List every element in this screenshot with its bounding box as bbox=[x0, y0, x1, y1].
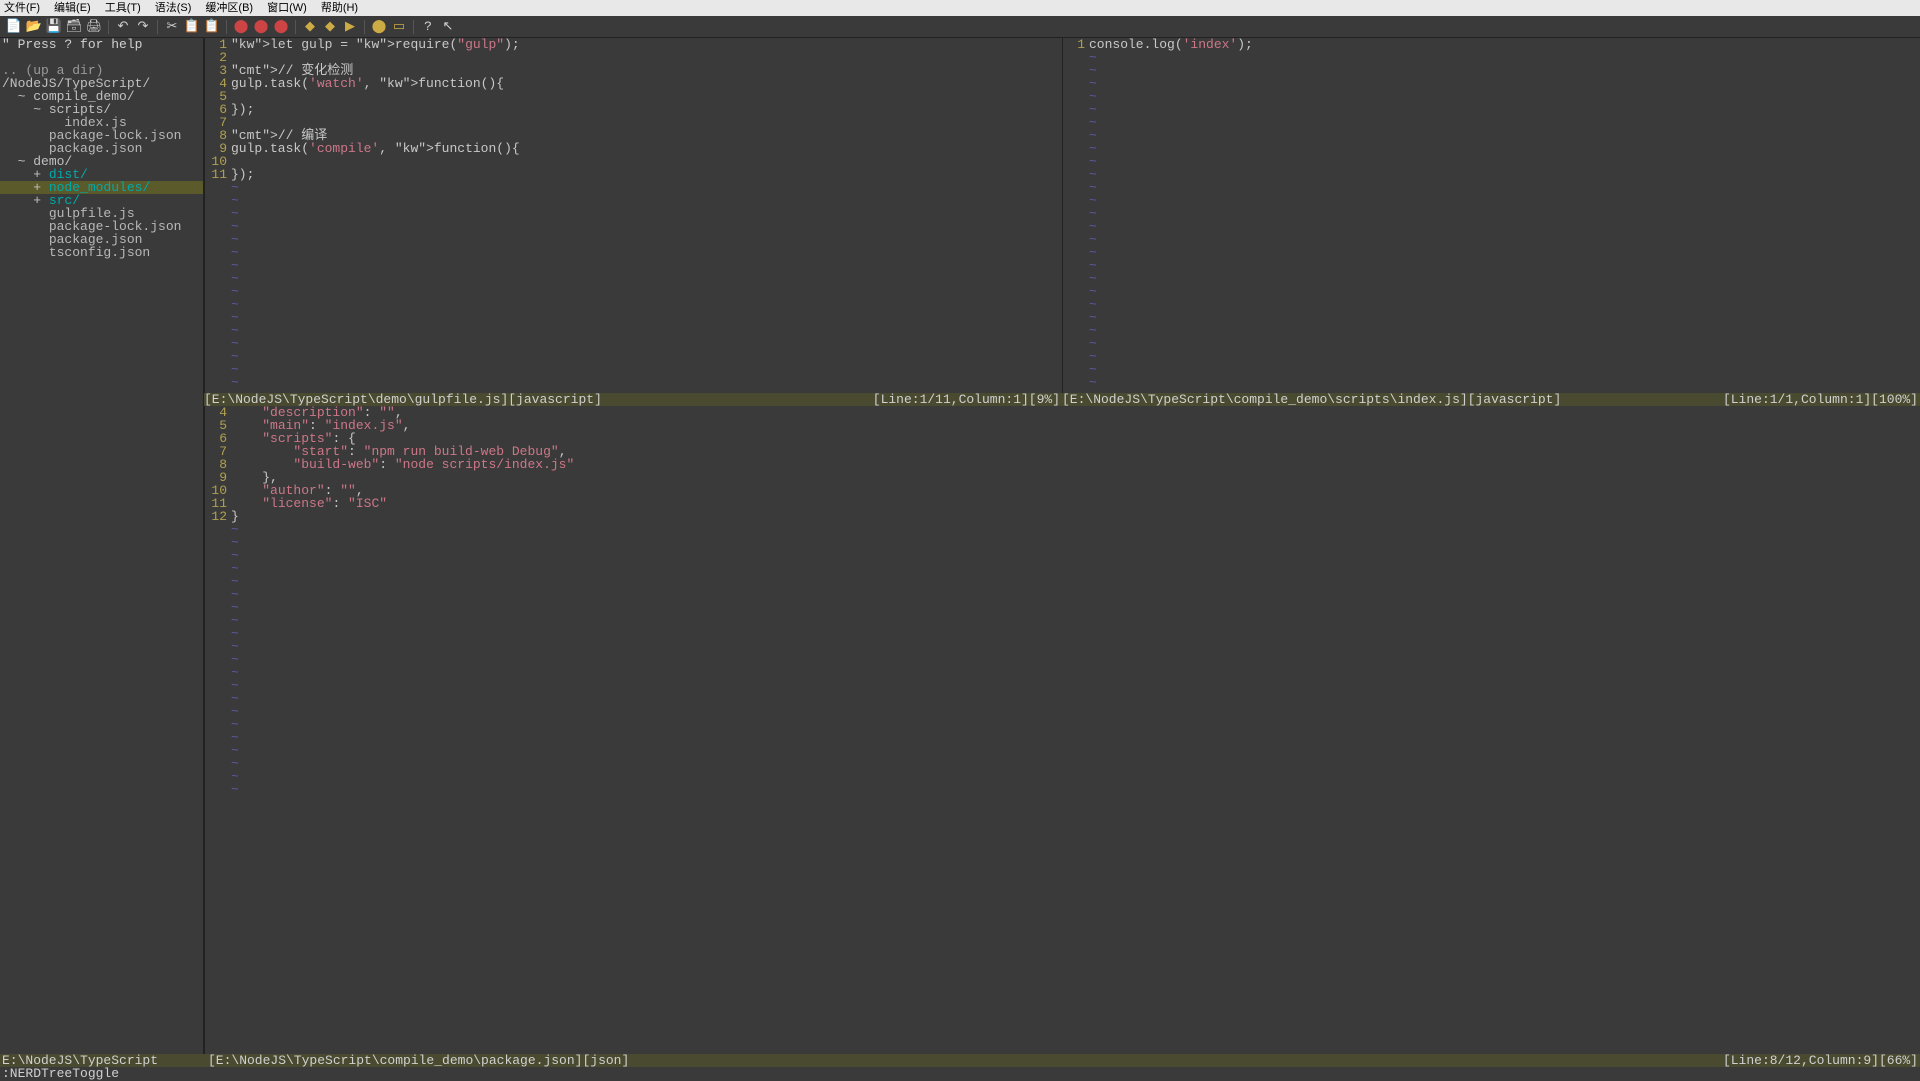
pane-package-json[interactable]: 456789101112 "description": "", "main": … bbox=[204, 406, 1920, 1054]
copy-icon[interactable]: 📋 bbox=[184, 19, 200, 35]
open-icon[interactable]: 📂 bbox=[26, 19, 42, 35]
menu-buffer[interactable]: 缓冲区(B) bbox=[205, 3, 253, 14]
status-gulpfile: [E:\NodeJS\TypeScript\demo\gulpfile.js][… bbox=[204, 393, 1062, 406]
editor-area: 1234567891011 "kw">let gulp = "kw">requi… bbox=[204, 38, 1920, 1054]
top-split: 1234567891011 "kw">let gulp = "kw">requi… bbox=[204, 38, 1920, 393]
command-line[interactable]: :NERDTreeToggle bbox=[0, 1067, 1920, 1080]
nerdtree-panel[interactable]: " Press ? for help .. (up a dir) /NodeJS… bbox=[0, 38, 204, 1054]
toolbar-separator bbox=[295, 20, 296, 34]
status-pos: [Line:8/12,Column:9][66%] bbox=[1723, 1054, 1918, 1067]
status-path: [E:\NodeJS\TypeScript\compile_demo\scrip… bbox=[1062, 392, 1561, 407]
status-package-json: [E:\NodeJS\TypeScript\compile_demo\packa… bbox=[204, 1054, 1920, 1067]
toolbar-separator bbox=[226, 20, 227, 34]
menu-file[interactable]: 文件(F) bbox=[4, 3, 40, 14]
menu-tools[interactable]: 工具(T) bbox=[105, 3, 141, 14]
code-index[interactable]: console.log('index');~~~~~~~~~~~~~~~~~~~… bbox=[1089, 38, 1920, 393]
code-package-json[interactable]: "description": "", "main": "index.js", "… bbox=[231, 406, 1920, 1054]
pane-gulpfile[interactable]: 1234567891011 "kw">let gulp = "kw">requi… bbox=[204, 38, 1062, 393]
findnext-icon[interactable]: ⬤ bbox=[253, 19, 269, 35]
status-pos: [Line:1/1,Column:1][100%] bbox=[1723, 393, 1918, 406]
gutter: 456789101112 bbox=[205, 406, 231, 1054]
help-icon[interactable]: ? bbox=[420, 19, 436, 35]
print-icon[interactable]: 🖨 bbox=[86, 19, 102, 35]
toolbar-separator bbox=[108, 20, 109, 34]
find-icon[interactable]: ⬤ bbox=[233, 19, 249, 35]
new-icon[interactable]: 📄 bbox=[6, 19, 22, 35]
menu-edit[interactable]: 编辑(E) bbox=[54, 3, 91, 14]
menubar: 文件(F) 编辑(E) 工具(T) 语法(S) 缓冲区(B) 窗口(W) 帮助(… bbox=[0, 0, 1920, 16]
toolbar-separator bbox=[364, 20, 365, 34]
menu-help[interactable]: 帮助(H) bbox=[321, 3, 358, 14]
paste-icon[interactable]: 📋 bbox=[204, 19, 220, 35]
undo-icon[interactable]: ↶ bbox=[115, 19, 131, 35]
menu-syntax[interactable]: 语法(S) bbox=[155, 3, 192, 14]
tags-icon[interactable]: ▭ bbox=[391, 19, 407, 35]
session-load-icon[interactable]: ◆ bbox=[302, 19, 318, 35]
session-save-icon[interactable]: ◆ bbox=[322, 19, 338, 35]
whatsthis-icon[interactable]: ↖ bbox=[440, 19, 456, 35]
code-gulpfile[interactable]: "kw">let gulp = "kw">require("gulp");"cm… bbox=[231, 38, 1062, 393]
gutter: 1234567891011 bbox=[205, 38, 231, 393]
menu-window[interactable]: 窗口(W) bbox=[267, 3, 307, 14]
status-path: [E:\NodeJS\TypeScript\demo\gulpfile.js][… bbox=[204, 392, 602, 407]
status-index: [E:\NodeJS\TypeScript\compile_demo\scrip… bbox=[1062, 393, 1920, 406]
findprev-icon[interactable]: ⬤ bbox=[273, 19, 289, 35]
pane-index[interactable]: 1 console.log('index');~~~~~~~~~~~~~~~~~… bbox=[1062, 38, 1920, 393]
status-path: [E:\NodeJS\TypeScript\compile_demo\packa… bbox=[208, 1053, 629, 1068]
run-icon[interactable]: ▶ bbox=[342, 19, 358, 35]
saveall-icon[interactable]: 🗃 bbox=[66, 19, 82, 35]
save-icon[interactable]: 💾 bbox=[46, 19, 62, 35]
toolbar-separator bbox=[413, 20, 414, 34]
status-pos: [Line:1/11,Column:1][9%] bbox=[873, 393, 1060, 406]
toolbar: 📄 📂 💾 🗃 🖨 ↶ ↷ ✂ 📋 📋 ⬤ ⬤ ⬤ ◆ ◆ ▶ ⬤ ▭ ? ↖ bbox=[0, 16, 1920, 38]
status-top-split: [E:\NodeJS\TypeScript\demo\gulpfile.js][… bbox=[204, 393, 1920, 406]
main-area: " Press ? for help .. (up a dir) /NodeJS… bbox=[0, 38, 1920, 1054]
make-icon[interactable]: ⬤ bbox=[371, 19, 387, 35]
nerdtree-help-hint: " Press ? for help bbox=[0, 38, 203, 51]
tree-item[interactable]: tsconfig.json bbox=[0, 246, 203, 259]
redo-icon[interactable]: ↷ bbox=[135, 19, 151, 35]
toolbar-separator bbox=[157, 20, 158, 34]
cut-icon[interactable]: ✂ bbox=[164, 19, 180, 35]
gutter: 1 bbox=[1063, 38, 1089, 393]
status-bottom: E:\NodeJS\TypeScript [E:\NodeJS\TypeScri… bbox=[0, 1054, 1920, 1067]
